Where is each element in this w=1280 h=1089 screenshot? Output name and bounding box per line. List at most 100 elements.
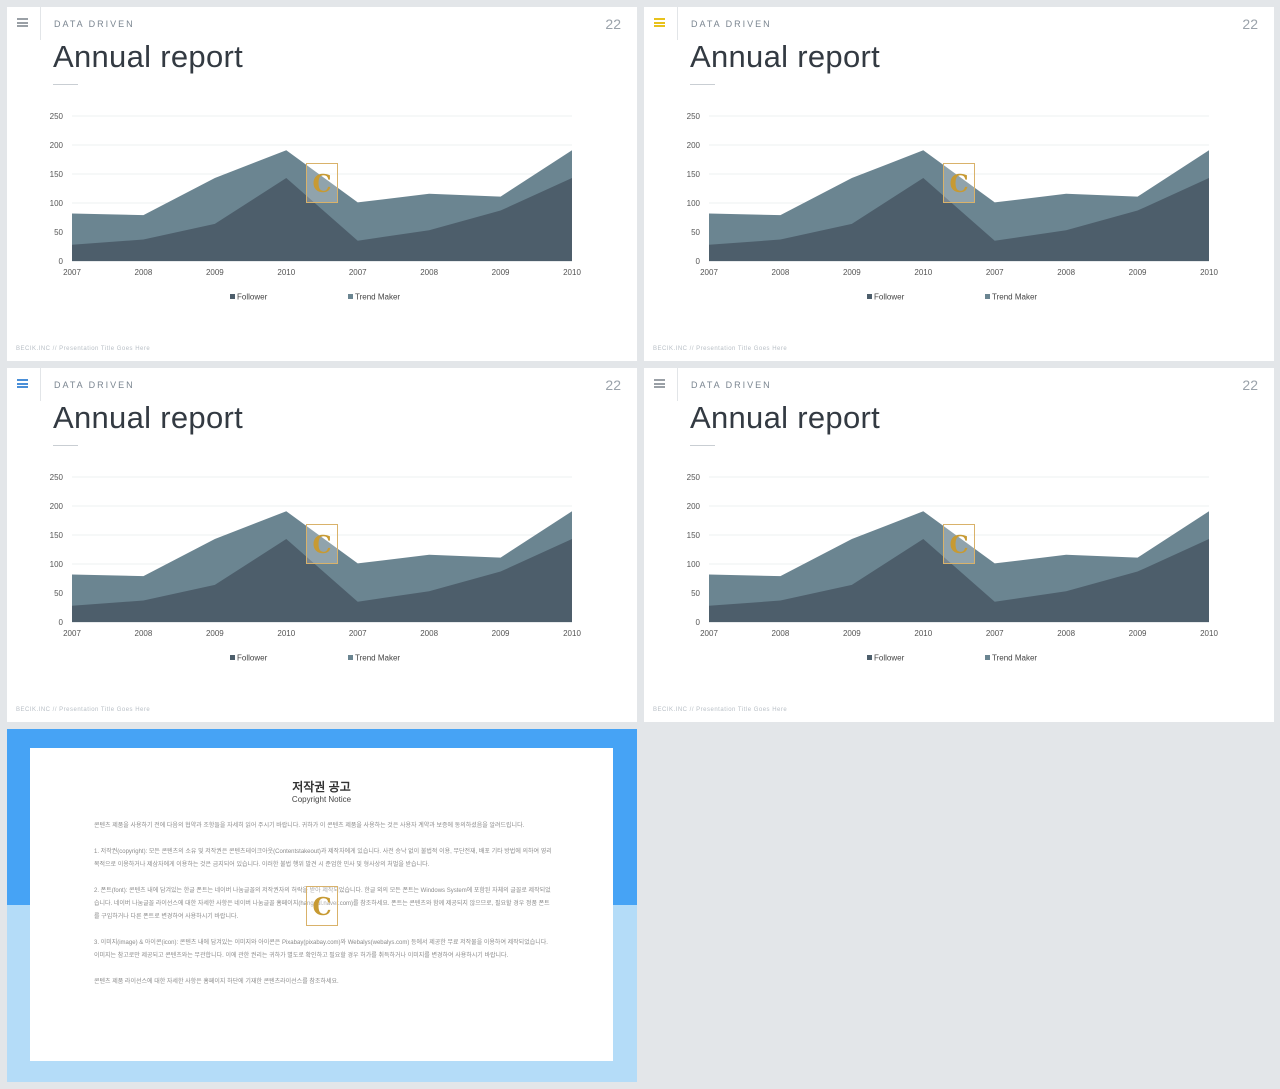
watermark-logo: C <box>306 163 338 203</box>
legend-swatch <box>867 655 872 660</box>
x-tick-label: 2008 <box>1057 268 1075 277</box>
legend-label: Trend Maker <box>992 654 1037 663</box>
x-tick-label: 2010 <box>563 268 581 277</box>
y-tick-label: 200 <box>687 141 701 150</box>
legend-label: Trend Maker <box>355 293 400 302</box>
y-tick-label: 100 <box>687 199 701 208</box>
y-tick-label: 100 <box>50 560 64 569</box>
slide-1[interactable]: DATA DRIVEN 22 Annual report 0 50 100 150 200 25… <box>7 7 637 361</box>
x-tick-label: 2009 <box>1129 268 1147 277</box>
x-tick-label: 2007 <box>349 268 367 277</box>
y-tick-label: 250 <box>687 112 701 121</box>
legend-label: Follower <box>874 293 905 302</box>
legend-item: Trend Maker <box>348 293 400 302</box>
x-tick-label: 2008 <box>135 629 153 638</box>
watermark-logo: C <box>943 163 975 203</box>
x-tick-label: 2007 <box>349 629 367 638</box>
y-tick-label: 250 <box>687 473 701 482</box>
x-tick-label: 2010 <box>1200 268 1218 277</box>
x-tick-label: 2008 <box>420 268 438 277</box>
x-tick-label: 2008 <box>772 268 790 277</box>
legend-swatch <box>348 655 353 660</box>
slide-footer: BECIK.INC // Presentation Title Goes Her… <box>16 707 151 713</box>
x-tick-label: 2010 <box>277 268 295 277</box>
y-tick-label: 0 <box>59 618 64 627</box>
legend-label: Trend Maker <box>992 293 1037 302</box>
watermark-letter: C <box>949 168 969 198</box>
x-tick-label: 2007 <box>986 629 1004 638</box>
x-tick-label: 2007 <box>63 629 81 638</box>
x-tick-label: 2007 <box>700 268 718 277</box>
copyright-paragraph: 3. 이미지(image) & 아이콘(icon): 콘텐츠 내에 담겨있는 이… <box>94 940 548 959</box>
slide-footer: BECIK.INC // Presentation Title Goes Her… <box>653 346 788 352</box>
y-tick-label: 50 <box>691 228 700 237</box>
y-tick-label: 150 <box>50 170 64 179</box>
y-tick-label: 250 <box>50 112 64 121</box>
legend-item: Trend Maker <box>985 293 1037 302</box>
legend-label: Trend Maker <box>355 654 400 663</box>
legend-item: Trend Maker <box>985 654 1037 663</box>
copyright-paragraph: 1. 저작권(copyright): 모든 콘텐츠의 소유 및 저작권은 콘텐츠… <box>94 849 552 868</box>
legend-swatch <box>985 655 990 660</box>
slide-footer: BECIK.INC // Presentation Title Goes Her… <box>16 346 151 352</box>
watermark-letter: C <box>949 529 969 559</box>
legend-item: Trend Maker <box>348 654 400 663</box>
watermark-letter: C <box>312 891 332 921</box>
legend-swatch <box>230 294 235 299</box>
x-tick-label: 2007 <box>986 268 1004 277</box>
y-tick-label: 100 <box>687 560 701 569</box>
x-tick-label: 2009 <box>1129 629 1147 638</box>
legend-swatch <box>867 294 872 299</box>
x-tick-label: 2010 <box>563 629 581 638</box>
watermark-logo: C <box>306 524 338 564</box>
x-tick-label: 2009 <box>843 629 861 638</box>
y-tick-label: 100 <box>50 199 64 208</box>
y-tick-label: 0 <box>696 257 701 266</box>
watermark-logo: C <box>306 886 338 926</box>
legend-swatch <box>348 294 353 299</box>
y-tick-label: 0 <box>59 257 64 266</box>
y-tick-label: 250 <box>50 473 64 482</box>
x-tick-label: 2008 <box>1057 629 1075 638</box>
y-tick-label: 150 <box>50 531 64 540</box>
x-tick-label: 2009 <box>492 629 510 638</box>
x-tick-label: 2008 <box>772 629 790 638</box>
copyright-subtitle: Copyright Notice <box>291 795 352 804</box>
y-tick-label: 200 <box>50 141 64 150</box>
legend-item: Follower <box>230 654 268 663</box>
copyright-paragraph: 콘텐츠 제품을 사용하기 전에 다음의 협약과 조항들을 자세히 읽어 주시기 … <box>94 823 525 829</box>
x-tick-label: 2010 <box>277 629 295 638</box>
y-tick-label: 50 <box>54 589 63 598</box>
legend-swatch <box>230 655 235 660</box>
legend-item: Follower <box>230 293 268 302</box>
x-tick-label: 2009 <box>843 268 861 277</box>
legend-item: Follower <box>867 654 905 663</box>
x-tick-label: 2007 <box>63 268 81 277</box>
y-tick-label: 150 <box>687 170 701 179</box>
watermark-logo: C <box>943 524 975 564</box>
watermark-letter: C <box>312 168 332 198</box>
x-tick-label: 2010 <box>1200 629 1218 638</box>
legend-swatch <box>985 294 990 299</box>
slide-4[interactable]: DATA DRIVEN 22 Annual report 0 50 100 150 200 25… <box>644 368 1274 722</box>
copyright-slide[interactable]: 저작권 공고 Copyright Notice 콘텐츠 제품을 사용하기 전에 … <box>7 729 637 1082</box>
y-tick-label: 0 <box>696 618 701 627</box>
slide-3[interactable]: DATA DRIVEN 22 Annual report 0 50 100 150 200 25… <box>7 368 637 722</box>
x-tick-label: 2008 <box>135 268 153 277</box>
x-tick-label: 2009 <box>206 629 224 638</box>
y-tick-label: 200 <box>50 502 64 511</box>
legend-label: Follower <box>237 293 268 302</box>
slide-2[interactable]: DATA DRIVEN 22 Annual report 0 50 100 150 200 25… <box>644 7 1274 361</box>
watermark-letter: C <box>312 529 332 559</box>
legend-item: Follower <box>867 293 905 302</box>
y-tick-label: 50 <box>691 589 700 598</box>
copyright-title: 저작권 공고 <box>292 780 351 794</box>
legend-label: Follower <box>874 654 905 663</box>
x-tick-label: 2008 <box>420 629 438 638</box>
x-tick-label: 2010 <box>914 629 932 638</box>
x-tick-label: 2007 <box>700 629 718 638</box>
x-tick-label: 2009 <box>492 268 510 277</box>
copyright-paragraph: 콘텐츠 제품 라이선스에 대한 자세한 사항은 홈페이지 하단에 기재한 콘텐츠… <box>94 979 339 985</box>
y-tick-label: 50 <box>54 228 63 237</box>
x-tick-label: 2010 <box>914 268 932 277</box>
